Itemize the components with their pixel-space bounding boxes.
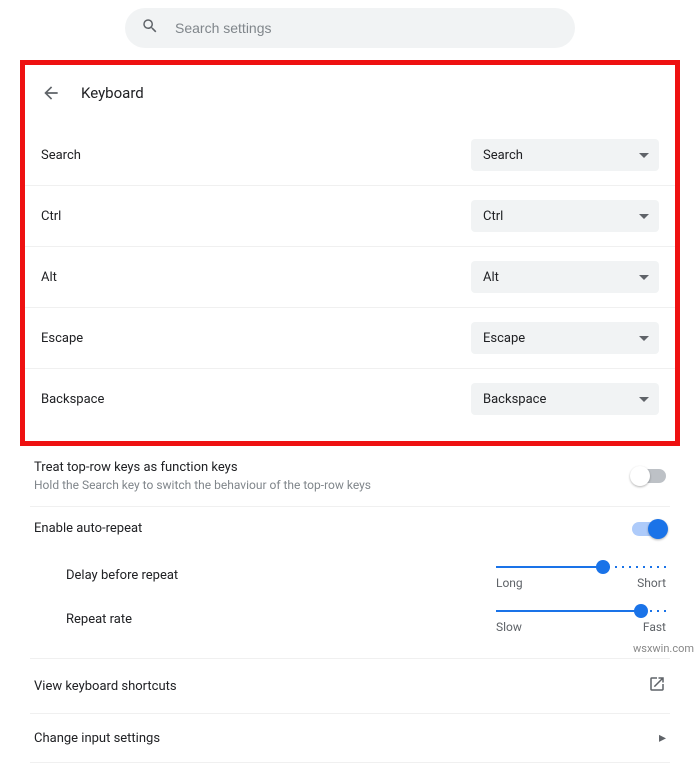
delay-label: Delay before repeat <box>34 566 178 583</box>
delay-slider[interactable] <box>496 566 666 568</box>
rate-label: Repeat rate <box>34 610 132 627</box>
key-label: Alt <box>41 270 57 285</box>
treat-top-row-keys-row[interactable]: Treat top-row keys as function keys Hold… <box>30 446 670 507</box>
toprow-title: Treat top-row keys as function keys <box>34 460 371 475</box>
key-select-value: Backspace <box>483 392 546 407</box>
key-remap-row-ctrl: Ctrl Ctrl <box>25 185 675 246</box>
chevron-right-icon: ▸ <box>659 730 666 746</box>
key-select-value: Ctrl <box>483 209 503 224</box>
search-icon <box>141 17 159 39</box>
page-title: Keyboard <box>81 84 144 102</box>
toprow-subtitle: Hold the Search key to switch the behavi… <box>34 478 371 492</box>
delay-slider-thumb[interactable] <box>596 560 610 574</box>
key-select-value: Escape <box>483 331 525 346</box>
change-input-settings-row[interactable]: Change input settings ▸ <box>30 714 670 763</box>
key-select-search[interactable]: Search <box>471 139 659 171</box>
key-select-value: Search <box>483 148 523 163</box>
keyboard-remap-section: Keyboard Search Search Ctrl Ctrl Alt Alt Escap… <box>20 60 680 446</box>
key-select-escape[interactable]: Escape <box>471 322 659 354</box>
rate-slider-thumb[interactable] <box>634 604 648 618</box>
search-settings-bar[interactable] <box>125 8 575 48</box>
key-remap-row-search: Search Search <box>25 125 675 185</box>
rate-right-label: Fast <box>643 620 666 634</box>
delay-right-label: Short <box>637 576 666 590</box>
key-label: Ctrl <box>41 209 61 224</box>
autorepeat-toggle[interactable] <box>632 522 666 536</box>
key-select-value: Alt <box>483 270 499 285</box>
dropdown-triangle-icon <box>639 214 649 219</box>
view-keyboard-shortcuts-row[interactable]: View keyboard shortcuts <box>30 659 670 714</box>
toprow-toggle[interactable] <box>632 469 666 483</box>
dropdown-triangle-icon <box>639 275 649 280</box>
key-select-ctrl[interactable]: Ctrl <box>471 200 659 232</box>
rate-slider[interactable] <box>496 610 666 612</box>
dropdown-triangle-icon <box>639 153 649 158</box>
key-select-alt[interactable]: Alt <box>471 261 659 293</box>
dropdown-triangle-icon <box>639 397 649 402</box>
shortcuts-label: View keyboard shortcuts <box>34 679 177 694</box>
open-in-new-icon <box>648 675 666 697</box>
watermark: wsxwin.com <box>633 642 694 655</box>
key-remap-row-alt: Alt Alt <box>25 246 675 307</box>
enable-auto-repeat-row[interactable]: Enable auto-repeat <box>30 507 670 550</box>
autorepeat-title: Enable auto-repeat <box>34 521 142 536</box>
key-select-backspace[interactable]: Backspace <box>471 383 659 415</box>
rate-left-label: Slow <box>496 620 522 634</box>
delay-left-label: Long <box>496 576 523 590</box>
key-remap-row-backspace: Backspace Backspace <box>25 368 675 429</box>
dropdown-triangle-icon <box>639 336 649 341</box>
key-label: Search <box>41 148 81 163</box>
key-remap-row-escape: Escape Escape <box>25 307 675 368</box>
key-label: Backspace <box>41 392 104 407</box>
back-button[interactable] <box>39 81 63 105</box>
input-settings-label: Change input settings <box>34 731 160 746</box>
key-label: Escape <box>41 331 83 346</box>
search-input[interactable] <box>173 19 559 37</box>
